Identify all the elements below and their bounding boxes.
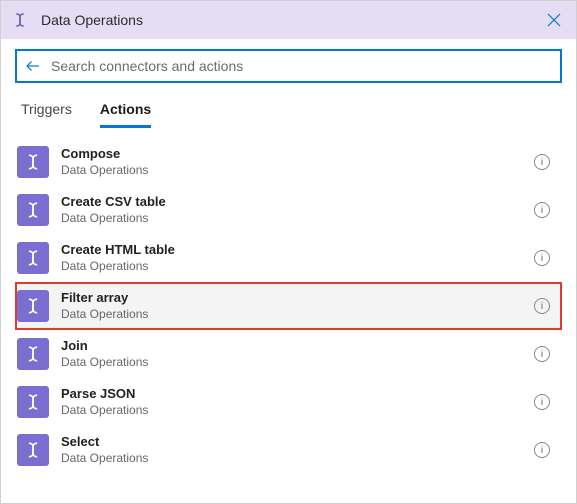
action-name: Select xyxy=(61,434,522,450)
search-input[interactable] xyxy=(51,51,554,81)
action-connector: Data Operations xyxy=(61,355,522,370)
action-text: Create CSV tableData Operations xyxy=(61,194,522,225)
action-list: ComposeData OperationsiCreate CSV tableD… xyxy=(15,138,562,503)
action-connector: Data Operations xyxy=(61,403,522,418)
action-name: Compose xyxy=(61,146,522,162)
action-text: Create HTML tableData Operations xyxy=(61,242,522,273)
info-icon: i xyxy=(541,349,543,360)
action-connector: Data Operations xyxy=(61,259,522,274)
info-icon: i xyxy=(541,205,543,216)
back-button[interactable] xyxy=(23,56,43,76)
action-name: Create CSV table xyxy=(61,194,522,210)
action-connector: Data Operations xyxy=(61,307,522,322)
action-row[interactable]: Parse JSONData Operations i xyxy=(15,378,562,426)
close-icon xyxy=(546,12,562,28)
panel-title: Data Operations xyxy=(41,12,530,28)
action-row[interactable]: Filter arrayData Operations i xyxy=(15,282,562,330)
tabs: Triggers Actions xyxy=(15,101,562,128)
action-name: Create HTML table xyxy=(61,242,522,258)
connector-icon xyxy=(17,146,49,178)
connector-icon xyxy=(17,434,49,466)
info-icon: i xyxy=(541,157,543,168)
action-row[interactable]: Create HTML tableData Operations i xyxy=(15,234,562,282)
connector-icon xyxy=(17,290,49,322)
action-name: Join xyxy=(61,338,522,354)
action-text: ComposeData Operations xyxy=(61,146,522,177)
info-button[interactable]: i xyxy=(534,154,550,170)
tab-actions[interactable]: Actions xyxy=(100,101,151,128)
action-picker-panel: Data Operations Triggers Actions Compose… xyxy=(0,0,577,504)
action-connector: Data Operations xyxy=(61,163,522,178)
info-button[interactable]: i xyxy=(534,346,550,362)
info-button[interactable]: i xyxy=(534,202,550,218)
connector-icon xyxy=(17,386,49,418)
action-text: Filter arrayData Operations xyxy=(61,290,522,321)
arrow-left-icon xyxy=(24,57,42,75)
action-name: Filter array xyxy=(61,290,522,306)
info-icon: i xyxy=(541,253,543,264)
connector-icon xyxy=(17,338,49,370)
action-connector: Data Operations xyxy=(61,451,522,466)
panel-titlebar: Data Operations xyxy=(1,1,576,39)
close-button[interactable] xyxy=(540,6,568,34)
info-icon: i xyxy=(541,301,543,312)
action-row[interactable]: JoinData Operations i xyxy=(15,330,562,378)
panel-content: Triggers Actions ComposeData Operationsi… xyxy=(1,39,576,503)
action-name: Parse JSON xyxy=(61,386,522,402)
info-button[interactable]: i xyxy=(534,442,550,458)
connector-icon xyxy=(17,242,49,274)
info-button[interactable]: i xyxy=(534,250,550,266)
action-text: JoinData Operations xyxy=(61,338,522,369)
info-button[interactable]: i xyxy=(534,298,550,314)
info-icon: i xyxy=(541,445,543,456)
search-box[interactable] xyxy=(15,49,562,83)
action-row[interactable]: ComposeData Operations i xyxy=(15,138,562,186)
action-row[interactable]: SelectData Operations i xyxy=(15,426,562,474)
info-button[interactable]: i xyxy=(534,394,550,410)
connector-icon xyxy=(17,194,49,226)
action-row[interactable]: Create CSV tableData Operations i xyxy=(15,186,562,234)
tab-triggers[interactable]: Triggers xyxy=(21,101,72,128)
action-connector: Data Operations xyxy=(61,211,522,226)
action-text: Parse JSONData Operations xyxy=(61,386,522,417)
info-icon: i xyxy=(541,397,543,408)
action-text: SelectData Operations xyxy=(61,434,522,465)
data-operations-icon xyxy=(9,9,31,31)
